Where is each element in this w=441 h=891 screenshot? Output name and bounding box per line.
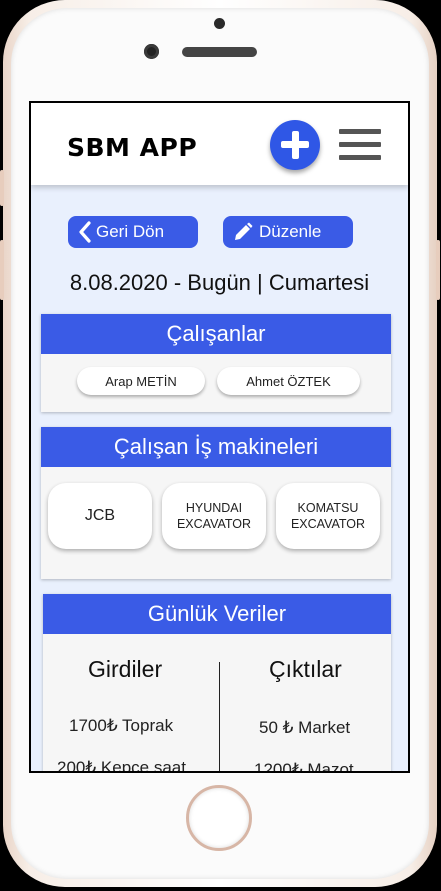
daily-data-title: Günlük Veriler (43, 594, 391, 634)
app-bar: SBM APP (31, 103, 408, 185)
machines-card-title: Çalışan İş makineleri (41, 427, 391, 467)
earpiece-speaker (182, 47, 257, 57)
outputs-title: Çıktılar (269, 656, 342, 682)
worker-chip[interactable]: Ahmet ÖZTEK (217, 367, 360, 395)
home-button[interactable] (186, 785, 252, 851)
daily-data-card: Günlük Veriler Girdiler Çıktılar 1700₺ T… (43, 594, 391, 771)
worker-chip[interactable]: Arap METİN (77, 367, 205, 395)
workers-card: Çalışanlar Arap METİN Ahmet ÖZTEK (41, 314, 391, 412)
edit-button-label: Düzenle (259, 222, 322, 241)
input-row: 1700₺ Toprak (69, 716, 174, 735)
inputs-title: Girdiler (88, 656, 163, 682)
app-title: SBM APP (67, 133, 198, 162)
machine-card-komatsu[interactable]: KOMATSU EXCAVATOR (276, 483, 380, 549)
output-row: 50 ₺ Market (259, 718, 351, 737)
screen: SBM APP Geri Dön Düzenle 8.08.2020 - Bug… (29, 101, 410, 773)
date-line: 8.08.2020 - Bugün | Cumartesi (69, 270, 370, 295)
back-button-label: Geri Dön (96, 222, 165, 241)
chevron-left-icon (79, 221, 91, 243)
input-row: 200₺ Kepçe saat (57, 758, 186, 771)
front-camera-icon (144, 44, 159, 59)
workers-card-title: Çalışanlar (41, 314, 391, 354)
phone-side-button (0, 170, 4, 206)
proximity-sensor (214, 18, 225, 29)
app-screen: SBM APP Geri Dön Düzenle 8.08.2020 - Bug… (31, 103, 408, 771)
pencil-icon (235, 222, 253, 240)
column-divider (219, 662, 220, 771)
phone-side-button (436, 240, 440, 300)
back-button[interactable]: Geri Dön (68, 216, 198, 248)
phone-side-button (0, 240, 4, 300)
edit-button[interactable]: Düzenle (223, 216, 353, 248)
machine-card-hyundai[interactable]: HYUNDAI EXCAVATOR (162, 483, 266, 549)
machine-card-jcb[interactable]: JCB (48, 483, 152, 549)
hamburger-menu-icon[interactable] (339, 129, 381, 161)
machines-card: Çalışan İş makineleri JCB HYUNDAI EXCAVA… (41, 427, 391, 579)
add-button[interactable] (270, 120, 320, 170)
output-row: 1200₺ Mazot (254, 760, 354, 771)
